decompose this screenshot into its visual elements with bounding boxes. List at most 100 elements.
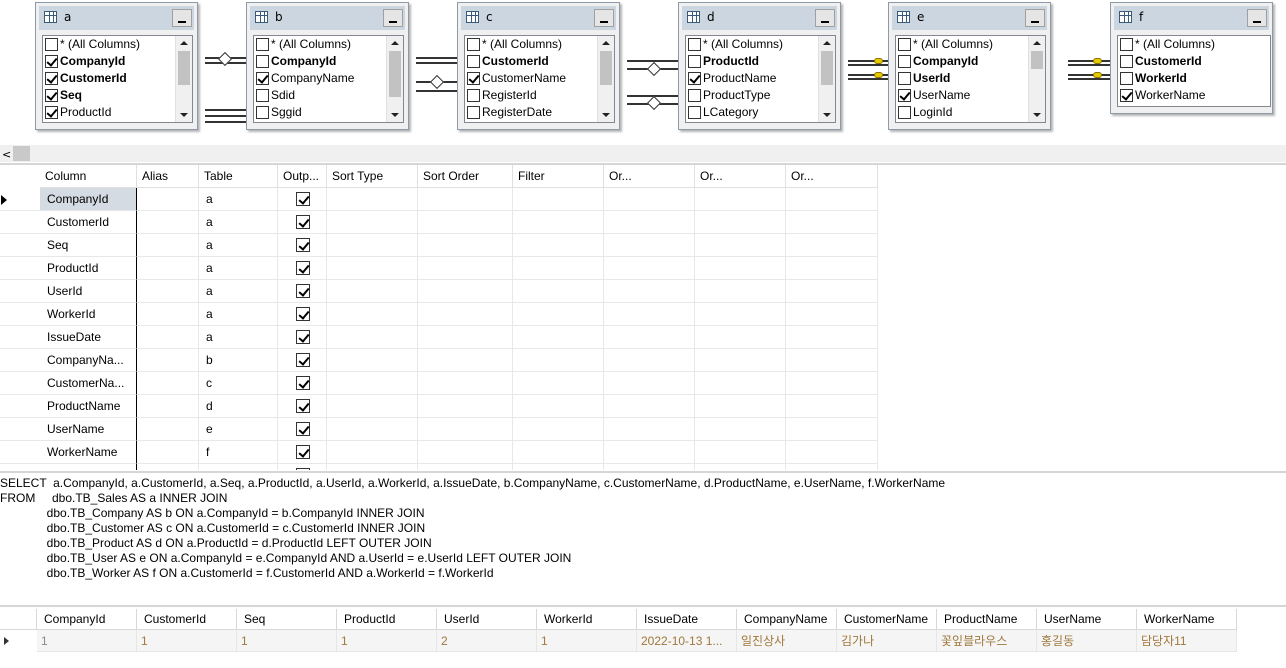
sql-line[interactable]: dbo.TB_User AS e ON a.CompanyId = e.Comp… [0, 551, 572, 566]
scroll-thumb[interactable] [178, 51, 190, 85]
column-cell[interactable]: CompanyNa... [40, 349, 137, 372]
row-selector[interactable] [0, 280, 40, 303]
grid-column-header[interactable]: Column [40, 165, 137, 188]
column-item[interactable]: CustomerName [465, 70, 614, 87]
column-checkbox[interactable] [1120, 38, 1133, 51]
criteria-cell[interactable] [513, 257, 604, 280]
scroll-thumb[interactable] [13, 146, 30, 161]
column-cell[interactable]: ProductId [40, 257, 137, 280]
diagram-horizontal-scrollbar[interactable]: < [0, 145, 1286, 162]
output-checkbox[interactable] [296, 261, 310, 275]
output-cell[interactable] [278, 280, 327, 303]
column-item[interactable]: Seq [43, 87, 192, 104]
result-cell[interactable]: 1 [237, 630, 337, 652]
table-title-bar[interactable]: e [892, 6, 1047, 30]
column-list[interactable]: * (All Columns) CustomerId WorkerId WorkerN… [1117, 35, 1271, 107]
criteria-cell[interactable] [327, 303, 418, 326]
column-cell[interactable]: Seq [40, 234, 137, 257]
scroll-up-icon[interactable] [823, 41, 831, 45]
output-checkbox[interactable] [296, 192, 310, 206]
column-item[interactable]: ProductType [686, 87, 835, 104]
column-checkbox[interactable] [256, 106, 269, 119]
criteria-cell[interactable] [604, 464, 695, 470]
criteria-cell[interactable] [604, 211, 695, 234]
pane-divider[interactable] [0, 605, 1286, 607]
join-line[interactable] [416, 57, 457, 59]
column-list[interactable]: * (All Columns) CustomerId CustomerName Reg… [464, 35, 615, 123]
scroll-thumb[interactable] [1031, 51, 1043, 69]
minimize-button[interactable] [1025, 9, 1045, 27]
column-checkbox[interactable] [1120, 72, 1133, 85]
grid-row[interactable]: UserName e [0, 418, 880, 441]
output-checkbox[interactable] [296, 376, 310, 390]
column-checkbox[interactable] [688, 89, 701, 102]
table-box-f[interactable]: f * (All Columns) CustomerId WorkerId Worker… [1110, 2, 1273, 114]
scroll-up-icon[interactable] [391, 41, 399, 45]
alias-cell[interactable] [137, 280, 199, 303]
vertical-scrollbar[interactable] [1028, 36, 1045, 122]
result-column-header[interactable]: Seq [237, 609, 337, 630]
criteria-cell[interactable] [695, 188, 786, 211]
row-selector[interactable] [0, 441, 40, 464]
scroll-thumb[interactable] [389, 51, 401, 97]
join-line[interactable] [205, 115, 246, 117]
result-cell[interactable]: 홍길동 [1037, 630, 1137, 652]
scroll-down-icon[interactable] [602, 113, 610, 117]
column-checkbox[interactable] [467, 106, 480, 119]
result-cell[interactable]: 꽃잎블라우스 [937, 630, 1037, 652]
table-cell[interactable]: a [199, 211, 278, 234]
column-checkbox[interactable] [45, 55, 58, 68]
scroll-down-icon[interactable] [180, 113, 188, 117]
criteria-cell[interactable] [513, 395, 604, 418]
criteria-cell[interactable] [327, 326, 418, 349]
grid-column-header[interactable]: Sort Order [418, 165, 513, 188]
results-grid[interactable]: CompanyId CustomerId Seq ProductId UserId Wor… [0, 609, 1240, 668]
criteria-cell[interactable] [786, 349, 878, 372]
scroll-down-icon[interactable] [823, 113, 831, 117]
minimize-button[interactable] [172, 9, 192, 27]
column-item[interactable]: UserName [896, 87, 1045, 104]
criteria-cell[interactable] [327, 349, 418, 372]
join-line[interactable] [416, 62, 457, 64]
criteria-cell[interactable] [418, 464, 513, 470]
sql-line[interactable]: SELECT a.CompanyId, a.CustomerId, a.Seq,… [0, 476, 945, 491]
criteria-cell[interactable] [513, 349, 604, 372]
result-column-header[interactable]: CustomerId [137, 609, 237, 630]
column-cell[interactable] [40, 464, 137, 470]
column-cell[interactable]: CustomerId [40, 211, 137, 234]
output-checkbox[interactable] [296, 422, 310, 436]
join-line[interactable] [205, 109, 246, 111]
alias-cell[interactable] [137, 188, 199, 211]
criteria-cell[interactable] [786, 418, 878, 441]
join-line[interactable] [1068, 64, 1110, 66]
criteria-cell[interactable] [786, 326, 878, 349]
output-checkbox[interactable] [296, 215, 310, 229]
row-selector[interactable] [0, 257, 40, 280]
criteria-cell[interactable] [513, 280, 604, 303]
output-checkbox[interactable] [296, 468, 310, 470]
column-cell[interactable]: WorkerName [40, 441, 137, 464]
output-cell[interactable] [278, 395, 327, 418]
column-item[interactable]: LCategory [686, 104, 835, 121]
column-item[interactable]: WorkerId [1118, 70, 1270, 87]
vertical-scrollbar[interactable] [175, 36, 192, 122]
criteria-cell[interactable] [786, 395, 878, 418]
output-cell[interactable] [278, 326, 327, 349]
join-line[interactable] [1068, 74, 1110, 76]
row-selector[interactable] [0, 372, 40, 395]
column-checkbox[interactable] [898, 72, 911, 85]
row-selector[interactable] [0, 418, 40, 441]
criteria-cell[interactable] [695, 326, 786, 349]
criteria-cell[interactable] [786, 211, 878, 234]
criteria-cell[interactable] [418, 418, 513, 441]
column-cell[interactable]: CompanyId [40, 188, 137, 211]
criteria-cell[interactable] [604, 188, 695, 211]
result-cell[interactable]: 1 [337, 630, 437, 652]
join-diamond-icon[interactable] [429, 74, 445, 90]
result-cell[interactable]: 담당자11 [1137, 630, 1237, 652]
result-cell[interactable]: 2022-10-13 1... [637, 630, 737, 652]
scroll-thumb[interactable] [821, 51, 833, 85]
grid-row[interactable]: UserId a [0, 280, 880, 303]
criteria-cell[interactable] [327, 234, 418, 257]
criteria-cell[interactable] [695, 280, 786, 303]
